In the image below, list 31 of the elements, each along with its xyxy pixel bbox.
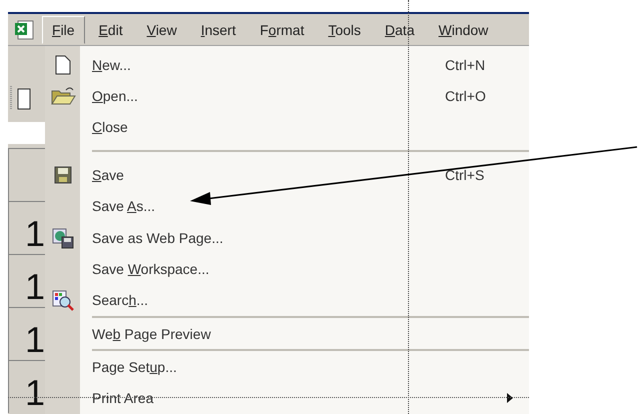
menu-entry[interactable]: Save Workspace... (92, 260, 210, 277)
shortcut-label: Ctrl+N (445, 56, 486, 73)
document-icon (54, 54, 70, 75)
menu-item[interactable]: Window (428, 16, 498, 44)
document-icon (17, 88, 31, 110)
menu-item[interactable]: Format (250, 16, 314, 44)
shortcut-label: Ctrl+O (445, 88, 486, 104)
name-box[interactable] (8, 122, 45, 144)
menu-entry[interactable]: Open... (92, 88, 138, 104)
menu-item[interactable]: Tools (318, 16, 371, 44)
shortcut-label: Ctrl+S (445, 166, 484, 183)
menu-item[interactable]: Edit (88, 16, 133, 44)
menu-entry[interactable]: Page Setup... (92, 358, 177, 375)
menu-entry[interactable]: New... (92, 56, 131, 73)
menu-item[interactable]: Data (374, 16, 424, 44)
toolbar-grip-icon (10, 86, 13, 110)
menu-entry[interactable]: Save (92, 166, 124, 183)
menu-item[interactable]: View (136, 16, 187, 44)
folder-icon (50, 86, 76, 106)
menu-entry[interactable]: Save as Web Page... (92, 230, 224, 246)
submenu-arrow-icon (507, 393, 513, 404)
menu-entry[interactable]: Search... (92, 292, 148, 308)
web-page-save-icon (52, 226, 74, 249)
menu-entry[interactable]: Print Area (92, 390, 154, 406)
menu-entry[interactable]: Web Page Preview (92, 326, 211, 342)
search-icon (52, 289, 74, 312)
menu-entry[interactable]: Close (92, 119, 128, 136)
menu-item[interactable]: File (42, 16, 85, 44)
spreadsheet-app-icon (14, 20, 34, 40)
menu-entry[interactable]: Save As... (92, 198, 156, 214)
menu-item[interactable]: Insert (190, 16, 246, 44)
